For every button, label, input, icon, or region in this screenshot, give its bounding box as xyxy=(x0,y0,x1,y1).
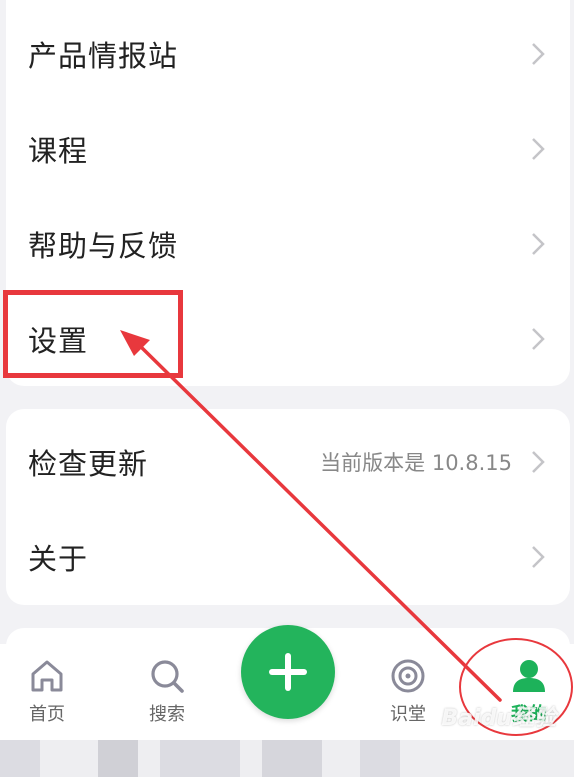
tab-label: 识堂 xyxy=(390,704,426,725)
version-text: 当前版本是 10.8.15 xyxy=(320,450,512,475)
menu-item-courses[interactable]: 课程 xyxy=(6,101,570,196)
menu-item-label: 设置 xyxy=(28,323,89,358)
menu-card: 产品情报站 课程 帮助与反馈 设置 xyxy=(6,0,570,386)
person-icon xyxy=(513,660,545,692)
chevron-right-icon xyxy=(532,450,545,473)
search-icon xyxy=(151,660,184,693)
menu-item-check-update[interactable]: 检查更新 当前版本是 10.8.15 xyxy=(6,414,570,509)
menu-item-label: 产品情报站 xyxy=(28,38,179,73)
tab-shitang[interactable]: 识堂 xyxy=(363,656,453,734)
menu-item-label: 课程 xyxy=(28,133,89,168)
menu-item-product-intel[interactable]: 产品情报站 xyxy=(6,6,570,101)
chevron-right-icon xyxy=(532,545,545,568)
chevron-right-icon xyxy=(532,232,545,255)
blurred-footer xyxy=(0,740,574,777)
chevron-right-icon xyxy=(532,42,545,65)
tab-home[interactable]: 首页 xyxy=(2,656,92,734)
menu-item-label: 检查更新 xyxy=(28,446,149,481)
menu-item-help-feedback[interactable]: 帮助与反馈 xyxy=(6,196,570,291)
watermark: Baidu经验 xyxy=(441,706,556,731)
tab-label: 搜索 xyxy=(149,704,185,725)
add-button[interactable] xyxy=(241,625,335,719)
target-icon xyxy=(391,659,425,693)
menu-item-label: 帮助与反馈 xyxy=(28,228,179,263)
chevron-right-icon xyxy=(532,137,545,160)
menu-item-about[interactable]: 关于 xyxy=(6,509,570,604)
chevron-right-icon xyxy=(532,327,545,350)
home-icon xyxy=(31,660,63,692)
tab-search[interactable]: 搜索 xyxy=(122,656,212,734)
app-info-card: 检查更新 当前版本是 10.8.15 关于 xyxy=(6,409,570,605)
plus-icon xyxy=(269,653,307,691)
menu-item-settings[interactable]: 设置 xyxy=(6,291,570,386)
menu-item-label: 关于 xyxy=(28,541,89,576)
tab-label: 首页 xyxy=(29,704,65,725)
